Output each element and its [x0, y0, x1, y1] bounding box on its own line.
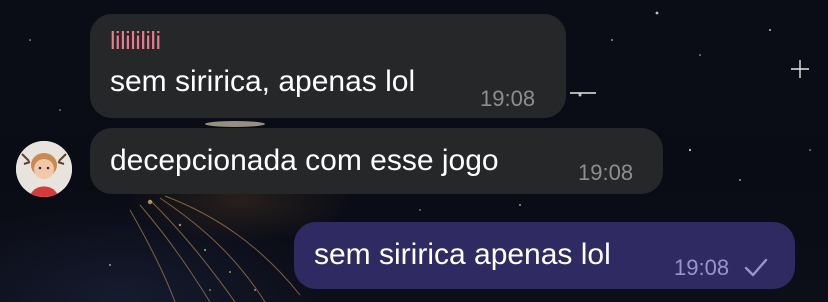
message-timestamp: 19:08: [674, 255, 730, 280]
message-timestamp: 19:08: [578, 160, 634, 185]
sender-name[interactable]: lilililili: [110, 27, 161, 55]
sender-avatar[interactable]: [16, 141, 72, 197]
avatar-image: [16, 141, 72, 197]
message-text: decepcionada com esse jogo: [110, 144, 499, 177]
message-timestamp: 19:08: [480, 86, 536, 111]
message-bubble-incoming[interactable]: decepcionada com esse jogo 19:08: [90, 128, 663, 194]
message-bubble-incoming[interactable]: lilililili sem siririca, apenas lol 19:0…: [90, 14, 566, 118]
message-text: sem siririca, apenas lol: [110, 65, 416, 98]
message-text: sem siririca apenas lol: [314, 238, 611, 271]
message-bubble-outgoing[interactable]: sem siririca apenas lol 19:08: [294, 222, 795, 289]
single-check-icon: [744, 258, 768, 277]
